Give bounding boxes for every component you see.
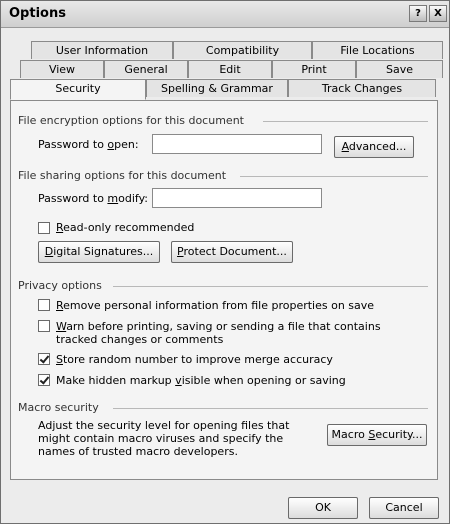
ok-button[interactable]: OK bbox=[288, 497, 358, 519]
remove-personal-info-checkbox[interactable] bbox=[38, 299, 50, 311]
tab-spelling-grammar[interactable]: Spelling & Grammar bbox=[146, 79, 288, 97]
hidden-markup-label: Make hidden markup visible when opening … bbox=[56, 374, 346, 387]
divider bbox=[113, 286, 428, 287]
tab-track-changes[interactable]: Track Changes bbox=[288, 79, 436, 97]
tab-compatibility[interactable]: Compatibility bbox=[173, 41, 312, 59]
remove-personal-info-label: Remove personal information from file pr… bbox=[56, 299, 375, 312]
password-to-modify-field[interactable] bbox=[152, 188, 322, 208]
divider bbox=[240, 176, 428, 177]
password-to-open-label: Password to open: bbox=[38, 138, 139, 151]
help-icon[interactable]: ? bbox=[409, 5, 427, 22]
window-title: Options bbox=[9, 6, 66, 21]
tab-edit[interactable]: Edit bbox=[188, 60, 272, 78]
title-bar: Options ? X bbox=[1, 1, 449, 28]
protect-document-button[interactable]: Protect Document... bbox=[171, 241, 293, 263]
macro-description: Adjust the security level for opening fi… bbox=[38, 419, 290, 458]
tab-save[interactable]: Save bbox=[356, 60, 443, 78]
password-to-modify-label: Password to modify: bbox=[38, 192, 149, 205]
warn-tracked-changes-label: Warn before printing, saving or sending … bbox=[56, 320, 381, 346]
encryption-header: File encryption options for this documen… bbox=[18, 114, 244, 127]
privacy-header: Privacy options bbox=[18, 279, 102, 292]
advanced-button[interactable]: Advanced... bbox=[334, 136, 414, 158]
readonly-label: Read-only recommended bbox=[56, 221, 195, 234]
close-icon[interactable]: X bbox=[429, 5, 447, 22]
tab-general[interactable]: General bbox=[104, 60, 188, 78]
tab-file-locations[interactable]: File Locations bbox=[312, 41, 443, 59]
tab-user-information[interactable]: User Information bbox=[31, 41, 173, 59]
cancel-button[interactable]: Cancel bbox=[369, 497, 439, 519]
readonly-checkbox[interactable] bbox=[38, 222, 50, 234]
sharing-header: File sharing options for this document bbox=[18, 169, 227, 182]
divider bbox=[263, 121, 428, 122]
store-random-number-label: Store random number to improve merge acc… bbox=[56, 353, 333, 366]
macro-security-button[interactable]: Macro Security... bbox=[327, 424, 427, 446]
tab-security[interactable]: Security bbox=[10, 79, 146, 100]
password-to-open-field[interactable] bbox=[152, 134, 322, 154]
divider bbox=[113, 408, 428, 409]
tab-print[interactable]: Print bbox=[272, 60, 356, 78]
options-dialog: Options ? X User Information Compatibili… bbox=[0, 0, 450, 524]
macro-header: Macro security bbox=[18, 401, 99, 414]
hidden-markup-checkbox[interactable] bbox=[38, 374, 50, 386]
tab-view[interactable]: View bbox=[20, 60, 104, 78]
warn-tracked-changes-checkbox[interactable] bbox=[38, 320, 50, 332]
store-random-number-checkbox[interactable] bbox=[38, 353, 50, 365]
digital-signatures-button[interactable]: Digital Signatures... bbox=[38, 241, 160, 263]
